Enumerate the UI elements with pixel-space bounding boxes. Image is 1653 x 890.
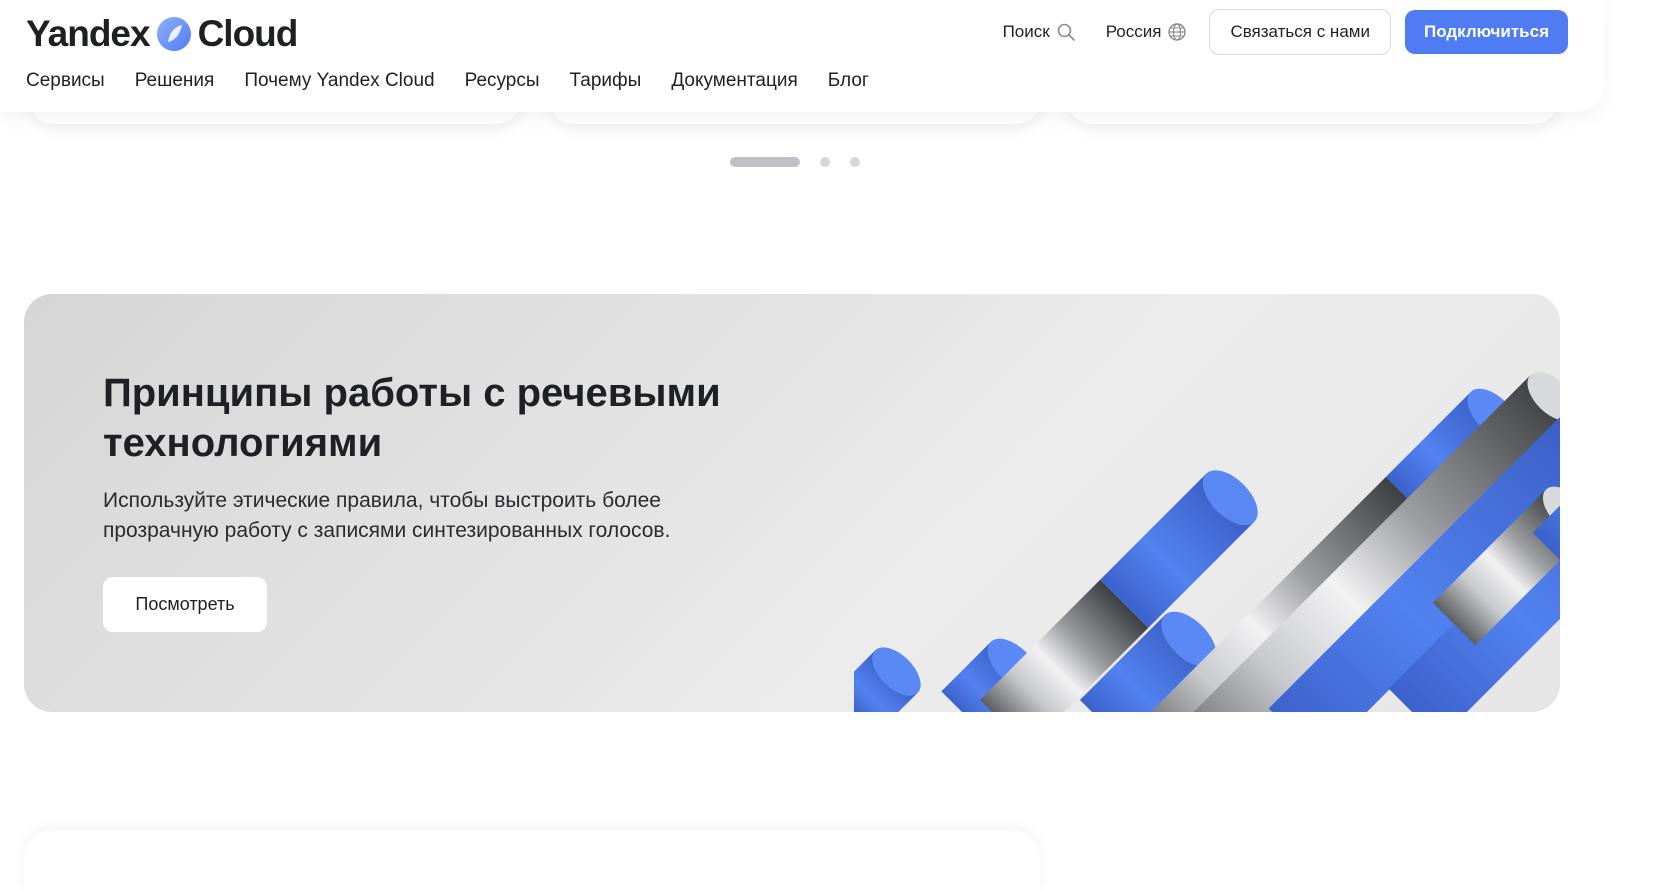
logo[interactable]: Yandex Cloud (26, 12, 299, 56)
main-nav: Сервисы Решения Почему Yandex Cloud Ресу… (26, 66, 869, 96)
globe-icon (1168, 23, 1187, 41)
carousel-pagination (730, 157, 860, 167)
region-label: Россия (1105, 22, 1162, 41)
site-header: Yandex Cloud Поиск Россия Связаться с на… (0, 0, 1604, 112)
nav-item-documentation[interactable]: Документация (671, 66, 797, 96)
nav-item-blog[interactable]: Блог (828, 66, 869, 96)
pagination-dot[interactable] (820, 157, 830, 167)
nav-item-pricing[interactable]: Тарифы (570, 66, 642, 96)
content-card[interactable] (24, 830, 1040, 890)
logo-text-yandex: Yandex (26, 13, 151, 54)
search-button[interactable]: Поиск (995, 22, 1084, 42)
promo-banner: Принципы работы с речевыми технологиями … (24, 294, 1560, 712)
contact-us-button[interactable]: Связаться с нами (1209, 9, 1391, 55)
banner-title: Принципы работы с речевыми технологиями (103, 371, 721, 465)
cylinders-illustration (854, 372, 1560, 712)
banner-description: Используйте этические правила, чтобы выс… (103, 489, 671, 542)
header-tools: Поиск Россия Связаться с нами Подключить… (995, 9, 1568, 55)
yandex-cloud-logo-icon (156, 17, 191, 51)
pagination-dot-active[interactable] (730, 157, 800, 167)
nav-item-solutions[interactable]: Решения (135, 66, 215, 96)
pagination-dot[interactable] (850, 157, 860, 167)
search-icon (1057, 23, 1075, 41)
nav-item-services[interactable]: Сервисы (26, 66, 105, 96)
nav-item-why-yandex-cloud[interactable]: Почему Yandex Cloud (244, 66, 434, 96)
logo-text-cloud: Cloud (197, 13, 299, 54)
connect-button[interactable]: Подключиться (1404, 10, 1568, 54)
search-label: Поиск (1002, 22, 1050, 41)
region-selector[interactable]: Россия (1098, 22, 1196, 42)
view-button[interactable]: Посмотреть (103, 577, 267, 632)
nav-item-resources[interactable]: Ресурсы (465, 66, 540, 96)
